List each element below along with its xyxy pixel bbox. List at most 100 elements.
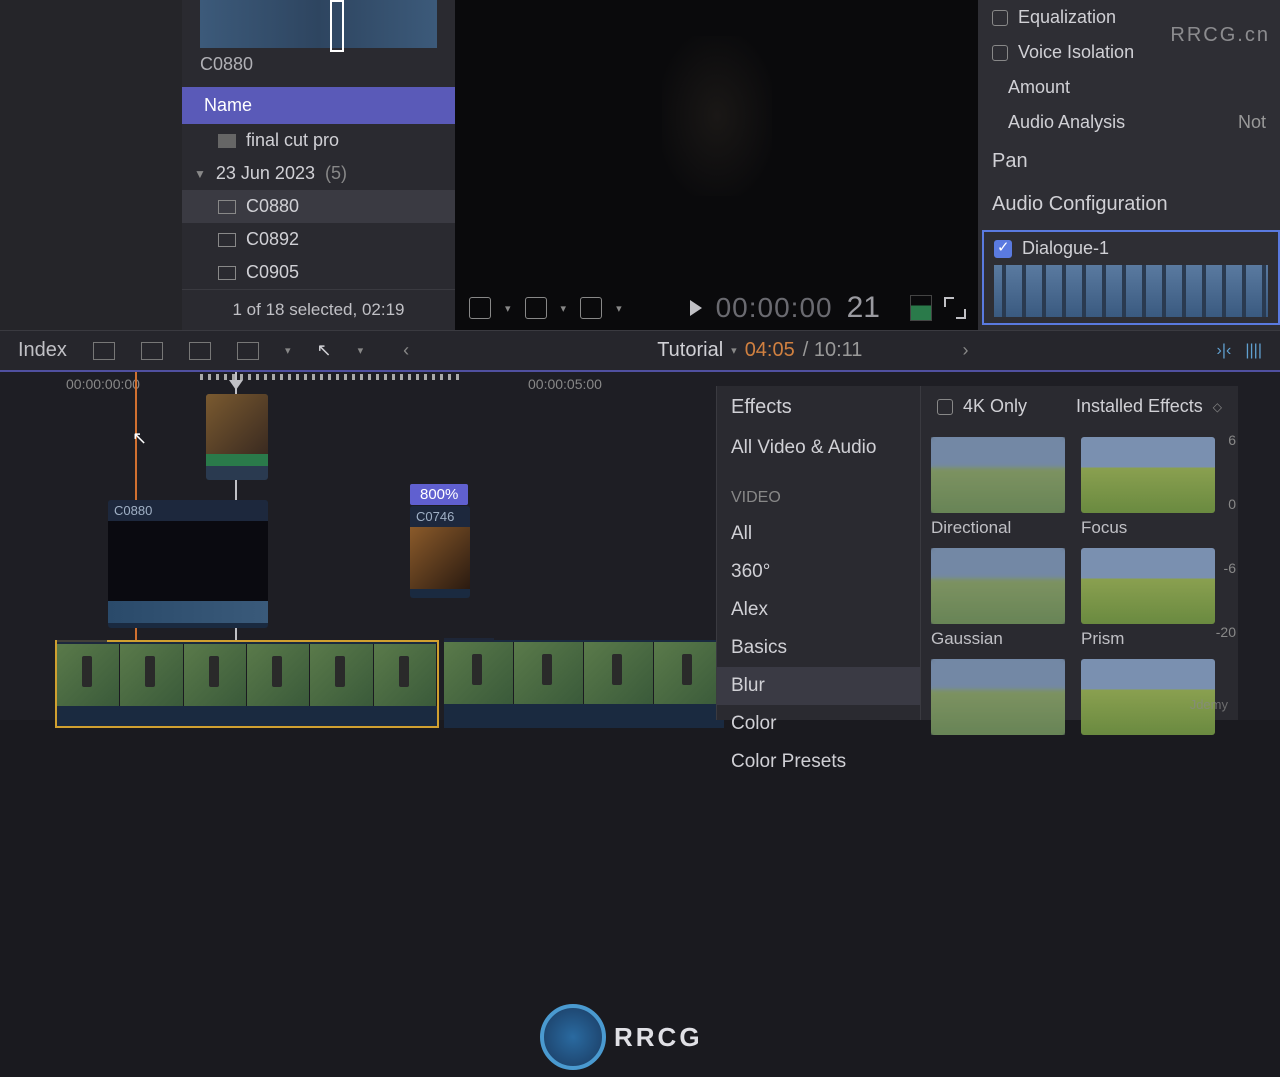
browser-status: 1 of 18 selected, 02:19	[182, 289, 455, 330]
timeline-clip[interactable]: C0855	[444, 640, 724, 728]
arrow-tool-icon[interactable]: ↖	[316, 340, 331, 361]
effect-item[interactable]	[931, 659, 1065, 735]
clip-row[interactable]: C0892	[182, 223, 455, 256]
viewer[interactable]: ▾ ▾ ▾ 00:00:00 21	[455, 0, 978, 330]
fullscreen-button[interactable]	[946, 299, 964, 317]
audio-meters	[910, 295, 932, 321]
timeline[interactable]: 00:00:00:00 00:00:05:00 ↖ C0880 800% C07…	[0, 370, 1280, 720]
snapping-icon[interactable]: ›|‹	[1217, 342, 1232, 360]
sort-icon[interactable]: ◇	[1213, 400, 1222, 414]
pan-section[interactable]: Pan	[978, 140, 1280, 183]
checkbox-checked-icon[interactable]	[994, 240, 1012, 258]
frame-thumb	[310, 644, 373, 706]
play-button[interactable]	[690, 300, 702, 316]
library-item[interactable]: final cut pro	[182, 124, 455, 157]
chevron-down-icon[interactable]: ▾	[505, 302, 511, 315]
project-name[interactable]: Tutorial	[657, 339, 723, 362]
current-time: 04:05	[745, 339, 795, 362]
effects-category[interactable]: 360°	[717, 553, 920, 591]
clip-audio	[108, 601, 268, 623]
clip-row[interactable]: C0880	[182, 190, 455, 223]
viewer-frame	[662, 36, 772, 196]
event-row[interactable]: ▼ 23 Jun 2023 (5)	[182, 157, 455, 190]
amount-label: Amount	[1008, 77, 1070, 98]
effects-category-selected[interactable]: Blur	[717, 667, 920, 705]
connect-tool-icon[interactable]	[93, 342, 115, 360]
chevron-down-icon[interactable]: ▾	[731, 344, 737, 357]
transform-tool-icon[interactable]	[469, 297, 491, 319]
effects-category[interactable]: All	[717, 515, 920, 553]
installed-dropdown[interactable]: Installed Effects	[1076, 396, 1203, 417]
voice-isolation-label: Voice Isolation	[1018, 42, 1134, 63]
timeline-clip[interactable]: C0746	[410, 506, 470, 598]
checkbox-icon[interactable]	[992, 10, 1008, 26]
name-column-header[interactable]: Name	[182, 87, 455, 124]
audio-analysis-label: Audio Analysis	[1008, 112, 1125, 133]
effect-label: Gaussian	[931, 629, 1065, 649]
clip-thumbnail	[410, 527, 470, 589]
enhance-tool-icon[interactable]	[525, 297, 547, 319]
timecode-display[interactable]: 00:00:00	[716, 292, 833, 324]
clip-icon	[218, 233, 236, 247]
effects-category[interactable]: Basics	[717, 629, 920, 667]
library-item-label: final cut pro	[246, 130, 339, 151]
effects-category[interactable]: Color Presets	[717, 743, 920, 781]
frame-thumb	[184, 644, 247, 706]
ruler-tick: 00:00:05:00	[528, 376, 602, 392]
effect-item[interactable]: Focus	[1081, 437, 1215, 538]
clip-preview-label: C0880	[200, 54, 455, 75]
event-date: 23 Jun 2023	[216, 163, 315, 184]
inspector-panel: Equalization Voice Isolation Amount Audi…	[978, 0, 1280, 330]
checkbox-icon[interactable]	[937, 399, 953, 415]
chevron-down-icon[interactable]: ▾	[616, 302, 622, 315]
clip-row[interactable]: C0905	[182, 256, 455, 289]
overwrite-tool-icon[interactable]	[237, 342, 259, 360]
frame-thumb	[514, 642, 584, 704]
insert-tool-icon[interactable]	[141, 342, 163, 360]
checkbox-icon[interactable]	[992, 45, 1008, 61]
clip-name: C0892	[246, 229, 299, 250]
overlay-logo: RRCG	[540, 997, 740, 1077]
effect-item[interactable]: Gaussian	[931, 548, 1065, 649]
retime-tool-icon[interactable]	[580, 297, 602, 319]
chevron-down-icon[interactable]: ▾	[358, 344, 364, 357]
clip-filmstrip[interactable]	[200, 0, 437, 48]
append-tool-icon[interactable]	[189, 342, 211, 360]
next-button[interactable]: ›	[948, 340, 982, 361]
effect-thumbnail	[1081, 548, 1215, 624]
total-time: / 10:11	[803, 339, 863, 362]
amount-row[interactable]: Amount	[978, 70, 1280, 105]
frame-thumb	[57, 644, 120, 706]
db-scale: 6 0 -6 -20	[1216, 432, 1236, 640]
scale-tick: -20	[1216, 624, 1236, 640]
effect-thumbnail	[931, 659, 1065, 735]
prev-button[interactable]: ‹	[389, 340, 423, 361]
effect-item[interactable]: Prism	[1081, 548, 1215, 649]
frame-thumb	[374, 644, 437, 706]
effects-category[interactable]: Color	[717, 705, 920, 743]
ruler-tick: 00:00:00:00	[66, 376, 140, 392]
effects-category[interactable]: Alex	[717, 591, 920, 629]
index-button[interactable]: Index	[18, 339, 67, 362]
clip-label: C0880	[108, 500, 268, 521]
timeline-clip[interactable]: C0880	[108, 500, 268, 628]
audio-analysis-value: Not	[1238, 112, 1266, 133]
speed-badge[interactable]: 800%	[410, 484, 468, 505]
logo-icon	[540, 1004, 606, 1070]
disclosure-triangle-icon[interactable]: ▼	[194, 167, 206, 181]
audio-component[interactable]: Dialogue-1	[982, 230, 1280, 325]
effect-item[interactable]: Directional	[931, 437, 1065, 538]
effects-category[interactable]: All Video & Audio	[717, 429, 920, 467]
audio-waveform	[994, 265, 1268, 317]
audio-analysis-row[interactable]: Audio Analysis Not	[978, 105, 1280, 140]
event-count: (5)	[325, 163, 347, 184]
chevron-down-icon[interactable]: ▾	[285, 344, 291, 357]
picture-icon	[218, 134, 236, 148]
chevron-down-icon[interactable]: ▾	[561, 302, 567, 315]
connected-clip[interactable]	[206, 394, 268, 480]
scale-tick: -6	[1224, 560, 1236, 576]
timeline-clip-selected[interactable]: C0855	[55, 640, 439, 728]
audio-config-section[interactable]: Audio Configuration	[978, 183, 1280, 226]
skimming-icon[interactable]: ||||	[1245, 342, 1262, 360]
library-sidebar	[0, 0, 182, 330]
